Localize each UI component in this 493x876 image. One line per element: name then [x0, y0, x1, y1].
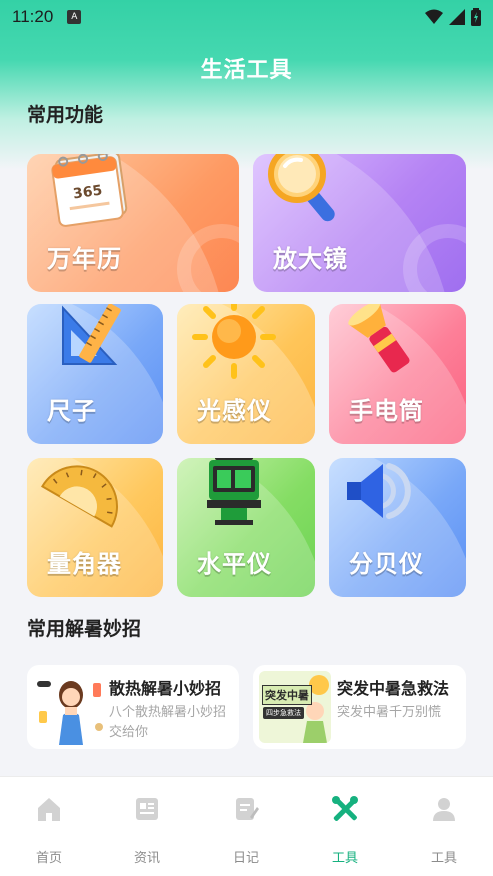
status-bar: 11:20 A [0, 0, 493, 34]
nav-label: 工具 [331, 851, 358, 866]
tip-card[interactable]: 散热解暑小妙招 八个散热解暑小妙招交给你 [27, 665, 239, 749]
nav-item-news[interactable]: 资讯 [98, 777, 196, 876]
tip-desc: 八个散热解暑小妙招交给你 [109, 705, 227, 740]
calendar-icon: 365 [51, 154, 128, 227]
tool-card-level[interactable]: 水平仪 [177, 458, 315, 597]
page-title: 生活工具 [200, 58, 293, 83]
status-icons [425, 8, 481, 26]
tool-label: 尺子 [47, 397, 97, 425]
tip-title: 散热解暑小妙招 [109, 679, 222, 698]
laser-level-icon [207, 458, 261, 525]
nav-label: 工具 [430, 851, 457, 866]
notification-icon: A [67, 10, 82, 24]
profile-icon [433, 798, 455, 821]
sun-icon [192, 304, 276, 379]
nav-label: 日记 [232, 851, 259, 866]
ruler-icon [62, 304, 121, 365]
nav-item-tools[interactable]: 工具 [296, 777, 394, 876]
tool-card-light-sensor[interactable]: 光感仪 [177, 304, 315, 444]
diary-icon [236, 798, 259, 820]
flashlight-icon [348, 304, 410, 373]
thumb-subtitle: 四步急救法 [263, 707, 304, 719]
section-title-heat-tips: 常用解暑妙招 [27, 618, 142, 640]
speaker-icon [347, 463, 411, 519]
wifi-icon [425, 9, 443, 24]
section-title-common: 常用功能 [27, 104, 104, 126]
magnifier-icon [268, 154, 335, 222]
nav-item-profile[interactable]: 工具 [395, 777, 493, 876]
home-icon [38, 798, 60, 821]
thumb-title: 突发中暑 [262, 685, 312, 705]
tip-desc: 突发中暑千万别慌 [337, 705, 442, 720]
protractor-icon [40, 465, 118, 528]
tool-card-decibel[interactable]: 分贝仪 [329, 458, 466, 597]
tool-card-protractor[interactable]: 量角器 [27, 458, 163, 597]
news-icon [136, 798, 158, 820]
nav-item-home[interactable]: 首页 [0, 777, 98, 876]
bottom-navigation: 首页 资讯 日记 工具 工具 [0, 776, 493, 876]
status-time: 11:20 [12, 7, 54, 26]
tool-label: 手电筒 [349, 397, 424, 425]
nav-label: 资讯 [133, 851, 160, 866]
nav-item-diary[interactable]: 日记 [197, 777, 295, 876]
tool-card-calendar[interactable]: 365 万年历 [27, 154, 239, 292]
girl-cooling-illustration [37, 681, 103, 745]
tool-label: 放大镜 [273, 245, 348, 273]
battery-icon [471, 8, 481, 26]
tip-title: 突发中暑急救法 [337, 679, 450, 698]
nav-label: 首页 [35, 851, 62, 866]
tool-label: 量角器 [47, 550, 122, 578]
tool-label: 水平仪 [197, 550, 272, 578]
tool-card-ruler[interactable]: 尺子 [27, 304, 163, 444]
tool-card-flashlight[interactable]: 手电筒 [329, 304, 466, 444]
tool-card-magnifier[interactable]: 放大镜 [253, 154, 466, 292]
tool-label: 光感仪 [197, 397, 272, 425]
heatstroke-illustration: 突发中暑 四步急救法 [259, 671, 331, 743]
tip-card[interactable]: 突发中暑 四步急救法 突发中暑急救法 突发中暑千万别慌 [253, 665, 466, 749]
tool-label: 万年历 [47, 245, 122, 273]
tools-icon [332, 796, 358, 821]
tool-label: 分贝仪 [349, 550, 424, 578]
signal-icon [449, 9, 465, 25]
